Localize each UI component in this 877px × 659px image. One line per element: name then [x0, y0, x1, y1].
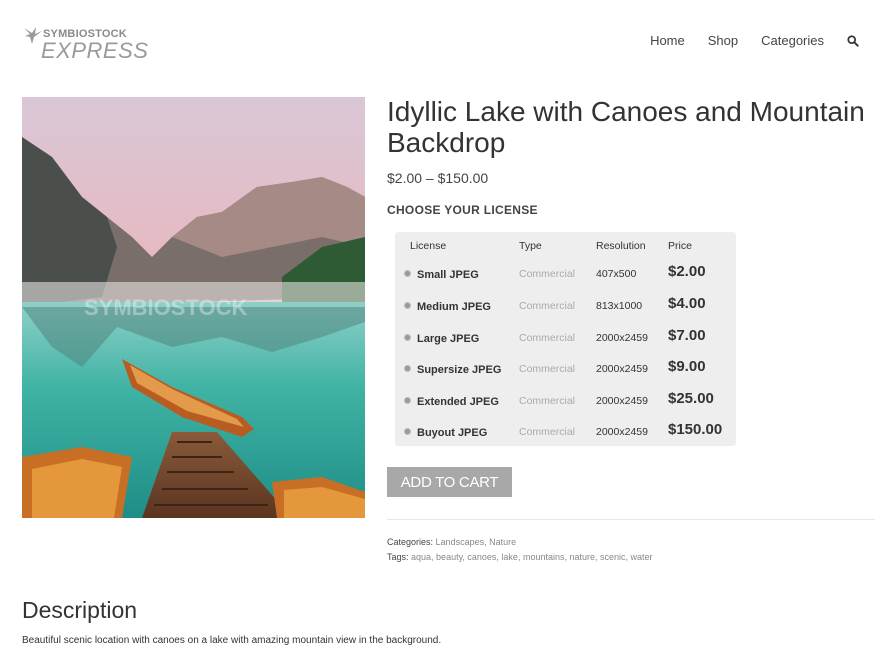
divider: [387, 519, 875, 520]
license-name: Medium JPEG: [417, 301, 491, 313]
main-nav: Home Shop Categories: [627, 33, 861, 48]
license-row[interactable]: Small JPEG Commercial 407x500 $2.00: [395, 263, 736, 296]
license-heading: CHOOSE YOUR LICENSE: [387, 203, 538, 217]
license-resolution: 2000x2459: [596, 332, 648, 344]
license-resolution: 2000x2459: [596, 395, 648, 407]
license-name: Extended JPEG: [417, 396, 499, 408]
license-resolution: 2000x2459: [596, 363, 648, 375]
tags-links[interactable]: aqua, beauty, canoes, lake, mountains, n…: [411, 552, 652, 562]
license-resolution: 813x1000: [596, 300, 643, 312]
brand-name-bottom: EXPRESS: [41, 38, 149, 63]
license-price: $9.00: [668, 358, 706, 375]
price-column-header: Price: [668, 240, 692, 252]
license-resolution: 2000x2459: [596, 426, 648, 438]
license-price: $25.00: [668, 390, 714, 407]
license-type: Commercial: [519, 363, 576, 375]
description-text: Beautiful scenic location with canoes on…: [22, 635, 442, 646]
nav-home[interactable]: Home: [650, 33, 685, 48]
license-name: Small JPEG: [417, 269, 479, 281]
license-name: Buyout JPEG: [417, 427, 488, 439]
license-row[interactable]: Large JPEG Commercial 2000x2459 $7.00: [395, 327, 736, 360]
license-radio[interactable]: [404, 334, 411, 341]
resolution-column-header: Resolution: [596, 240, 646, 252]
categories-meta: Categories: Landscapes, Nature: [387, 537, 516, 547]
license-table: License Type Resolution Price Small JPEG…: [395, 232, 736, 446]
search-icon[interactable]: [847, 34, 861, 48]
tags-meta: Tags: aqua, beauty, canoes, lake, mounta…: [387, 552, 653, 562]
license-radio[interactable]: [404, 302, 411, 309]
tags-label: Tags:: [387, 552, 409, 562]
license-type: Commercial: [519, 395, 576, 407]
type-column-header: Type: [519, 240, 542, 252]
license-radio[interactable]: [404, 397, 411, 404]
license-row[interactable]: Extended JPEG Commercial 2000x2459 $25.0…: [395, 390, 736, 423]
categories-label: Categories:: [387, 537, 434, 547]
license-price: $2.00: [668, 263, 706, 280]
license-row[interactable]: Supersize JPEG Commercial 2000x2459 $9.0…: [395, 358, 736, 391]
license-type: Commercial: [519, 300, 576, 312]
product-image[interactable]: SYMBIOSTOCK: [22, 97, 365, 518]
license-radio[interactable]: [404, 428, 411, 435]
license-type: Commercial: [519, 268, 576, 280]
site-logo[interactable]: SYMBIOSTOCK EXPRESS: [22, 24, 148, 64]
license-row[interactable]: Medium JPEG Commercial 813x1000 $4.00: [395, 295, 736, 328]
license-name: Large JPEG: [417, 333, 480, 345]
license-price: $150.00: [668, 421, 723, 438]
add-to-cart-button[interactable]: ADD TO CART: [387, 467, 512, 497]
description-heading: Description: [22, 597, 138, 623]
license-radio[interactable]: [404, 365, 411, 372]
nav-shop[interactable]: Shop: [708, 33, 738, 48]
license-name: Supersize JPEG: [417, 364, 502, 376]
categories-links[interactable]: Landscapes, Nature: [436, 537, 517, 547]
license-row[interactable]: Buyout JPEG Commercial 2000x2459 $150.00: [395, 421, 736, 454]
price-range: $2.00 – $150.00: [387, 170, 489, 186]
image-watermark: SYMBIOSTOCK: [84, 295, 248, 320]
license-resolution: 407x500: [596, 268, 637, 280]
license-type: Commercial: [519, 332, 576, 344]
nav-categories[interactable]: Categories: [761, 33, 824, 48]
license-price: $4.00: [668, 295, 706, 312]
license-column-header: License: [410, 240, 447, 252]
license-price: $7.00: [668, 327, 706, 344]
product-title: Idyllic Lake with Canoes and Mountain Ba…: [387, 96, 865, 158]
license-radio[interactable]: [404, 270, 411, 277]
license-type: Commercial: [519, 426, 576, 438]
